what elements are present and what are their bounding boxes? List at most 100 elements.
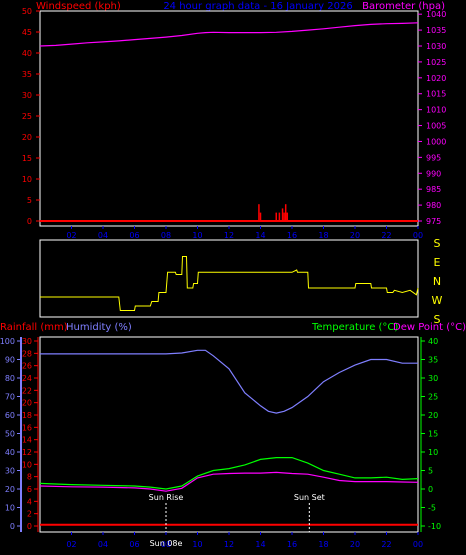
rainfall-tick-label: 28 [22, 349, 32, 358]
direction-label: W [432, 294, 443, 307]
windspeed-tick-label: 15 [22, 154, 32, 163]
windspeed-header: Windspeed (kph) [36, 1, 121, 12]
weather-graphs: Windspeed (kph) 24 hour graph data - 16 … [0, 1, 466, 549]
rainfall-tick-label: 30 [22, 337, 32, 346]
temperature-tick-label: 0 [428, 485, 433, 494]
top-x-tick-label: 08 [161, 231, 171, 240]
rainfall-tick-label: 26 [22, 362, 32, 371]
dewpoint-header: Dew Point (°C) [393, 322, 466, 333]
bottom-x-tick-label: 10 [192, 540, 202, 549]
temperature-tick-label: 15 [428, 430, 438, 439]
rainfall-tick-label: 12 [22, 448, 32, 457]
bottom-x-tick-label: 20 [350, 540, 360, 549]
humidity-tick-label: 50 [5, 430, 15, 439]
rainfall-tick-label: 16 [22, 423, 32, 432]
humidity-line [40, 349, 418, 414]
windspeed-tick-label: 0 [27, 217, 32, 226]
windspeed-tick-label: 40 [22, 49, 32, 58]
bottom-x-tick-label: 22 [381, 540, 391, 549]
humidity-tick-label: 10 [5, 504, 15, 513]
bottom-x-tick-label: 06 [129, 540, 139, 549]
bottom-x-tick-label: 16 [287, 540, 297, 549]
temperature-tick-label: -10 [428, 522, 441, 531]
temperature-tick-label: -5 [428, 504, 436, 513]
rainfall-tick-label: 20 [22, 399, 32, 408]
bottom-x-tick-label: 00 [413, 540, 423, 549]
humidity-tick-label: 20 [5, 485, 15, 494]
humidity-tick-label: 40 [5, 448, 15, 457]
temp-humidity-panel [39, 336, 419, 533]
barometer-tick-label: 1035 [426, 26, 446, 35]
rainfall-tick-label: 2 [27, 510, 32, 519]
humidity-tick-label: 0 [10, 522, 15, 531]
humidity-tick-label: 80 [5, 374, 15, 383]
barometer-tick-label: 1025 [426, 58, 446, 67]
top-x-tick-label: 22 [381, 231, 391, 240]
barometer-tick-label: 1005 [426, 122, 446, 131]
windspeed-tick-label: 5 [27, 196, 32, 205]
top-x-tick-label: 16 [287, 231, 297, 240]
top-x-tick-label: 04 [98, 231, 108, 240]
wind-barometer-panel [39, 10, 419, 227]
top-x-tick-label: 20 [350, 231, 360, 240]
temperature-tick-label: 30 [428, 374, 438, 383]
humidity-tick-label: 100 [0, 337, 15, 346]
top-x-tick-label: 02 [66, 231, 76, 240]
rainfall-tick-label: 4 [27, 497, 32, 506]
wind-direction-panel [39, 239, 419, 318]
windspeed-tick-label: 10 [22, 175, 32, 184]
sun-rise-label: Sun Rise [149, 493, 184, 502]
top-x-tick-label: 18 [318, 231, 328, 240]
bottom-x-tick-label: 14 [255, 540, 265, 549]
rainfall-tick-label: 14 [22, 436, 32, 445]
barometer-tick-label: 1020 [426, 74, 446, 83]
top-x-tick-label: 14 [255, 231, 265, 240]
rainfall-tick-label: 18 [22, 411, 32, 420]
bottom-x-tick-label: 18 [318, 540, 328, 549]
windspeed-tick-label: 45 [22, 28, 32, 37]
barometer-tick-label: 990 [426, 169, 441, 178]
direction-label: S [434, 313, 441, 326]
windspeed-tick-label: 20 [22, 133, 32, 142]
barometer-tick-label: 995 [426, 153, 441, 162]
rainfall-tick-label: 0 [27, 522, 32, 531]
barometer-tick-label: 985 [426, 185, 441, 194]
rainfall-tick-label: 10 [22, 460, 32, 469]
humidity-tick-label: 30 [5, 467, 15, 476]
sun-set-label: Sun Set [294, 493, 325, 502]
temperature-tick-label: 25 [428, 393, 438, 402]
sun-rise-axis-label: Sun 08e [150, 539, 183, 548]
temperature-tick-label: 35 [428, 356, 438, 365]
temperature-tick-label: 5 [428, 467, 433, 476]
barometer-tick-label: 1040 [426, 10, 446, 19]
barometer-line [39, 22, 419, 47]
top-x-tick-label: 10 [192, 231, 202, 240]
rainfall-tick-label: 24 [22, 374, 32, 383]
windspeed-tick-label: 25 [22, 112, 32, 121]
barometer-tick-label: 1030 [426, 42, 446, 51]
temperature-tick-label: 10 [428, 448, 438, 457]
humidity-header: Humidity (%) [66, 322, 132, 333]
top-x-tick-label: 12 [224, 231, 234, 240]
humidity-tick-label: 60 [5, 411, 15, 420]
barometer-tick-label: 1010 [426, 106, 446, 115]
barometer-tick-label: 1000 [426, 137, 446, 146]
direction-label: S [434, 237, 441, 250]
humidity-tick-label: 90 [5, 356, 15, 365]
barometer-tick-label: 980 [426, 201, 441, 210]
windspeed-tick-label: 30 [22, 91, 32, 100]
rainfall-tick-label: 22 [22, 386, 32, 395]
bottom-x-tick-label: 02 [66, 540, 76, 549]
temperature-tick-label: 40 [428, 337, 438, 346]
rainfall-header: Rainfall (mm) [0, 322, 68, 333]
humidity-tick-label: 70 [5, 393, 15, 402]
dewpoint-line [39, 471, 419, 492]
top-x-tick-label: 00 [413, 231, 423, 240]
temperature-header: Temperature (°C) [311, 322, 398, 333]
bottom-x-tick-label: 12 [224, 540, 234, 549]
barometer-tick-label: 975 [426, 217, 441, 226]
windspeed-tick-label: 50 [22, 7, 32, 16]
top-x-tick-label: 06 [129, 231, 139, 240]
bottom-x-tick-label: 04 [98, 540, 108, 549]
wind-direction-line [40, 256, 419, 311]
